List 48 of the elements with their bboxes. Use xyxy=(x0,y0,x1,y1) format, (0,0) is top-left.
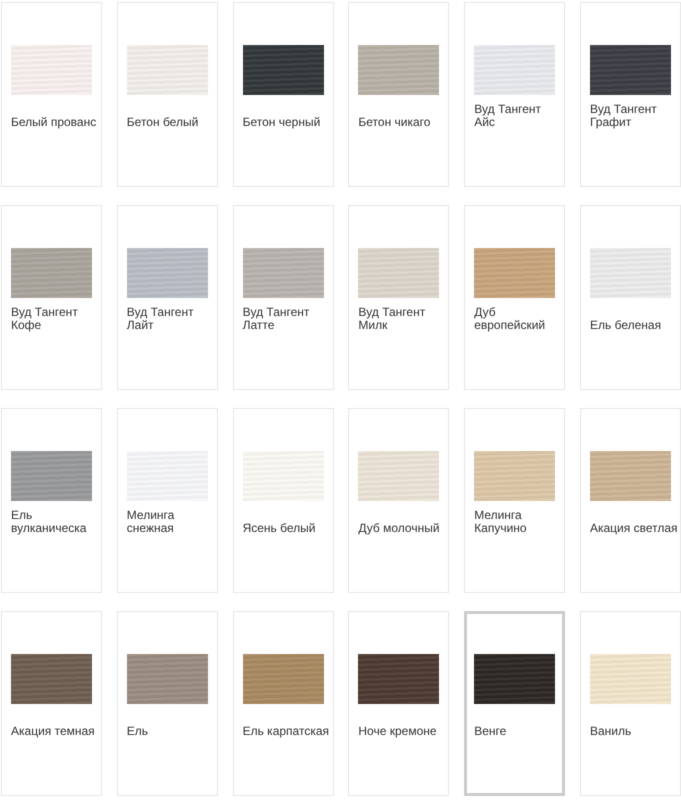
finish-name: Вуд Тангент Кофе xyxy=(11,306,79,332)
finish-card[interactable]: Мелинга Капучино xyxy=(464,408,566,593)
finish-card[interactable]: Мелинга снежная xyxy=(116,408,218,593)
finish-name: Ель xyxy=(126,725,148,738)
finish-card[interactable]: Ель беленая xyxy=(580,205,681,390)
finish-name: Ель вулканическа xyxy=(11,509,88,535)
finish-name: Ель беленая xyxy=(590,319,662,332)
finish-name: Ель карпатская xyxy=(242,725,330,738)
finish-card[interactable]: Акация темная xyxy=(1,611,102,796)
finish-name: Бетон чикаго xyxy=(358,116,430,129)
finish-card[interactable]: Ваниль xyxy=(580,611,681,796)
finish-card[interactable]: Ноче кремоне xyxy=(348,611,450,796)
finish-name: Акация светлая xyxy=(590,522,678,535)
finish-card[interactable]: Дуб европейский xyxy=(464,205,566,390)
finish-card[interactable]: Бетон чикаго xyxy=(348,2,450,187)
finish-name: Бетон белый xyxy=(126,116,198,129)
finish-card[interactable]: Акация светлая xyxy=(580,408,681,593)
finish-card[interactable]: Вуд Тангент Графит xyxy=(580,2,681,187)
finish-card[interactable]: Бетон белый xyxy=(116,2,218,187)
finish-card[interactable]: Вуд Тангент Милк xyxy=(348,205,450,390)
finish-name: Венге xyxy=(474,725,506,738)
finish-card[interactable]: Вуд Тангент Лайт xyxy=(116,205,218,390)
finish-card[interactable]: Ель вулканическа xyxy=(1,408,102,593)
finish-name: Акация темная xyxy=(11,725,95,738)
finish-name: Ясень белый xyxy=(242,522,316,535)
finish-name: Вуд Тангент Милк xyxy=(358,306,426,332)
finish-card[interactable]: Бетон черный xyxy=(232,2,334,187)
finish-name: Дуб европейский xyxy=(474,306,546,332)
finish-name: Мелинга снежная xyxy=(126,509,176,535)
finish-name: Белый прованс xyxy=(11,116,96,129)
finish-card[interactable]: Венге xyxy=(464,611,566,796)
finish-name: Вуд Тангент Латте xyxy=(242,306,310,332)
finish-name: Бетон черный xyxy=(242,116,320,129)
finish-name: Ноче кремоне xyxy=(358,725,437,738)
finish-card[interactable]: Вуд Тангент Латте xyxy=(232,205,334,390)
finish-card[interactable]: Вуд Тангент Айс xyxy=(464,2,566,187)
finish-name: Ваниль xyxy=(590,725,632,738)
finish-name: Мелинга Капучино xyxy=(474,509,528,535)
finish-card[interactable]: Белый прованс xyxy=(1,2,102,187)
finish-name: Дуб молочный xyxy=(358,522,440,535)
finish-card[interactable]: Дуб молочный xyxy=(348,408,450,593)
finish-card[interactable]: Вуд Тангент Кофе xyxy=(1,205,102,390)
finish-name: Вуд Тангент Айс xyxy=(474,103,542,129)
finish-name: Вуд Тангент Графит xyxy=(590,103,658,129)
finish-name: Вуд Тангент Лайт xyxy=(126,306,195,332)
finish-card[interactable]: Ель xyxy=(116,611,218,796)
finish-card[interactable]: Ясень белый xyxy=(232,408,334,593)
finish-card[interactable]: Ель карпатская xyxy=(232,611,334,796)
